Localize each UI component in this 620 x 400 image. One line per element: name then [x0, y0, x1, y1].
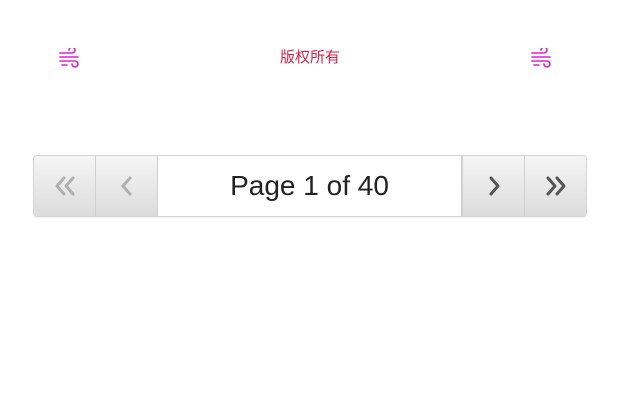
chevron-right-icon	[484, 173, 504, 199]
previous-page-button[interactable]	[96, 156, 158, 216]
next-page-button[interactable]	[462, 156, 524, 216]
page-indicator: Page 1 of 40	[158, 156, 462, 216]
pagination-bar: Page 1 of 40	[33, 155, 587, 217]
double-chevron-right-icon	[543, 173, 569, 199]
chevron-left-icon	[117, 173, 137, 199]
copyright-text: 版权所有	[279, 48, 340, 66]
wind-icon	[529, 47, 555, 69]
last-page-button[interactable]	[524, 156, 586, 216]
double-chevron-left-icon	[52, 173, 78, 199]
first-page-button[interactable]	[34, 156, 96, 216]
